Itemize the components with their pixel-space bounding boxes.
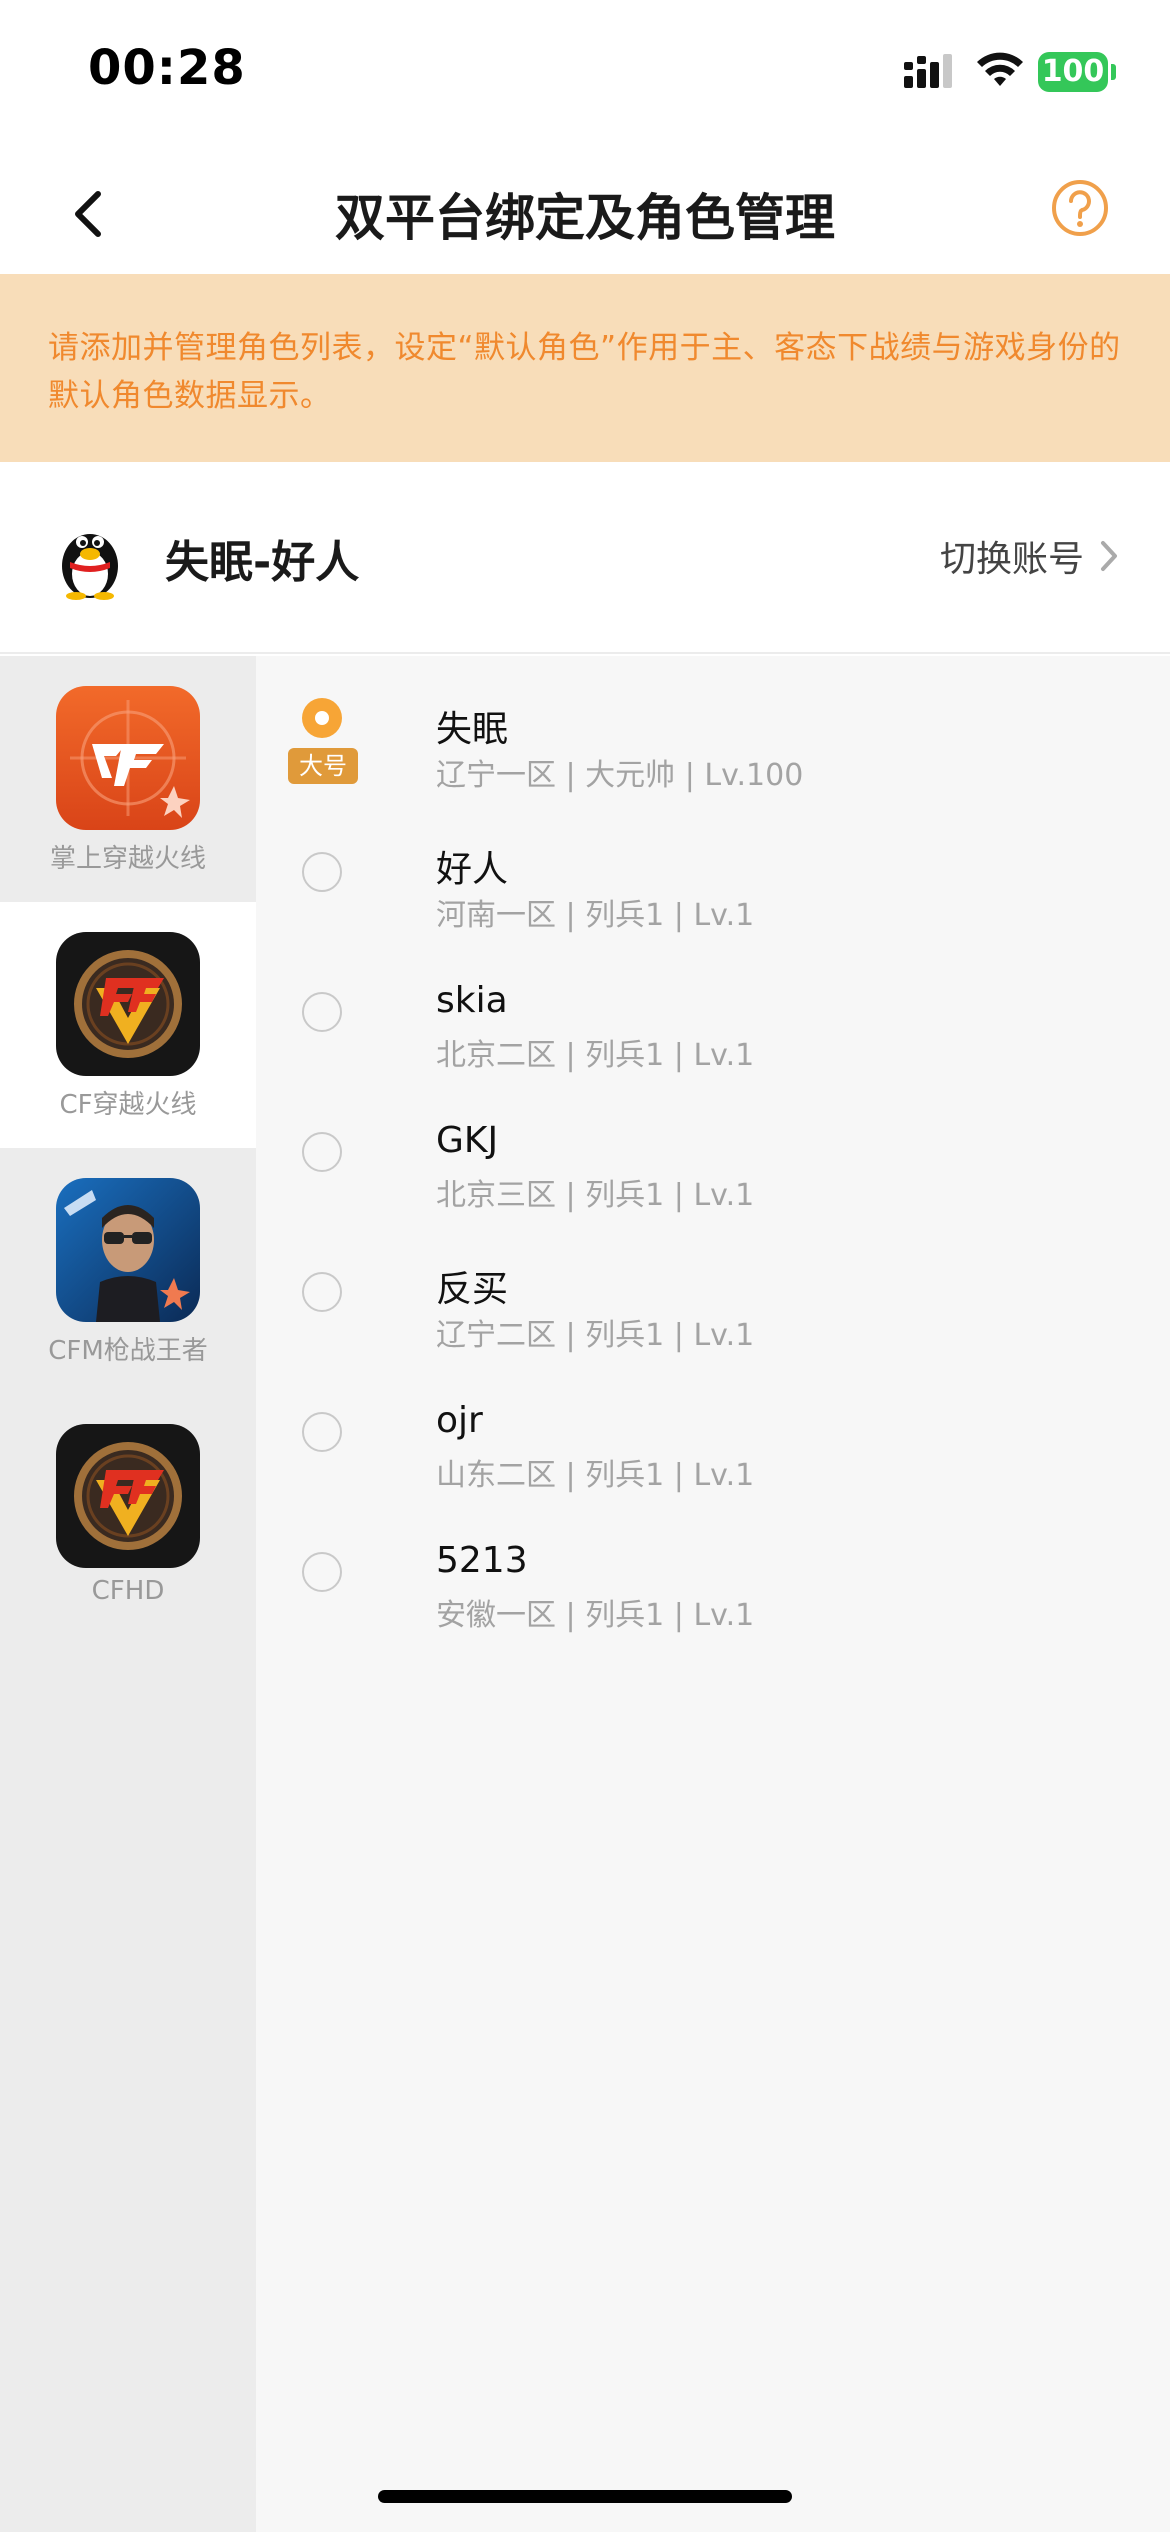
game-item-cf[interactable]: CF穿越火线 [0,902,256,1148]
question-circle-icon [1052,180,1108,236]
role-name: 反买 [436,1269,509,1310]
role-name: 好人 [436,849,509,890]
role-name: 失眠 [436,709,509,750]
game-item-cf-helper[interactable]: 掌上穿越火线 [0,656,256,902]
wifi-icon [977,52,1023,86]
cf-logo-icon [56,1424,200,1568]
radio-unchecked[interactable] [302,992,342,1032]
role-item[interactable]: 好人 河南一区 | 列兵1 | Lv.1 [256,796,1170,936]
role-info: 山东二区 | 列兵1 | Lv.1 [436,1458,755,1493]
main-area: 掌上穿越火线 CF穿越火线 CFM枪战王者 CFHD 大号 失眠 辽宁一区 | … [0,656,1170,2532]
game-label: CFM枪战王者 [48,1336,208,1366]
radio-unchecked[interactable] [302,1552,342,1592]
role-info: 辽宁一区 | 大元帅 | Lv.100 [436,758,804,793]
radio-unchecked[interactable] [302,1132,342,1172]
game-item-cfm[interactable]: CFM枪战王者 [0,1148,256,1394]
qq-penguin-icon [62,534,118,600]
role-info: 北京三区 | 列兵1 | Lv.1 [436,1178,755,1213]
cf-logo-icon [56,932,200,1076]
role-item[interactable]: 5213 安徽一区 | 列兵1 | Lv.1 [256,1496,1170,1636]
game-sidebar: 掌上穿越火线 CF穿越火线 CFM枪战王者 CFHD [0,656,256,2532]
role-list: 大号 失眠 辽宁一区 | 大元帅 | Lv.100 好人 河南一区 | 列兵1 … [256,656,1170,2532]
chevron-right-icon [1101,541,1117,571]
radio-unchecked[interactable] [302,1412,342,1452]
role-name: skia [436,980,508,1021]
main-account-badge: 大号 [288,748,358,784]
game-label: CF穿越火线 [59,1090,197,1120]
account-row: 失眠-好人 切换账号 [0,462,1170,654]
help-button[interactable] [1048,176,1112,240]
nav-bar: 双平台绑定及角色管理 [0,150,1170,274]
role-info: 北京二区 | 列兵1 | Lv.1 [436,1038,755,1073]
battery-cap [1111,64,1116,80]
cf-mobile-helper-icon [56,686,200,830]
notice-banner: 请添加并管理角色列表，设定“默认角色”作用于主、客态下战绩与游戏身份的默认角色数… [0,274,1170,462]
role-item[interactable]: ojr 山东二区 | 列兵1 | Lv.1 [256,1356,1170,1496]
switch-account-label: 切换账号 [939,539,1084,580]
role-item[interactable]: GKJ 北京三区 | 列兵1 | Lv.1 [256,1076,1170,1216]
role-item[interactable]: 大号 失眠 辽宁一区 | 大元帅 | Lv.100 [256,656,1170,796]
role-info: 河南一区 | 列兵1 | Lv.1 [436,898,755,933]
switch-account-button[interactable]: 切换账号 [940,530,1120,582]
role-item[interactable]: 反买 辽宁二区 | 列兵1 | Lv.1 [256,1216,1170,1356]
radio-checked[interactable] [302,698,342,738]
home-indicator[interactable] [378,2490,792,2503]
role-info: 辽宁二区 | 列兵1 | Lv.1 [436,1318,755,1353]
game-item-cfhd[interactable]: CFHD [0,1394,256,1640]
battery-icon: 100 [1038,52,1108,92]
cellular-signal-icon [904,54,952,88]
role-name: GKJ [436,1120,499,1161]
role-item[interactable]: skia 北京二区 | 列兵1 | Lv.1 [256,936,1170,1076]
game-label: 掌上穿越火线 [49,844,206,874]
radio-unchecked[interactable] [302,852,342,892]
role-info: 安徽一区 | 列兵1 | Lv.1 [436,1598,755,1633]
cfm-soldier-icon [56,1178,200,1322]
page-title: 双平台绑定及角色管理 [335,189,835,247]
status-time: 00:28 [88,40,246,96]
role-name: 5213 [436,1540,528,1581]
account-name: 失眠-好人 [165,537,360,588]
game-label: CFHD [91,1576,165,1606]
notice-text: 请添加并管理角色列表，设定“默认角色”作用于主、客态下战绩与游戏身份的默认角色数… [48,330,1121,414]
role-name: ojr [436,1400,483,1441]
status-bar: 00:28 100 [0,0,1170,150]
radio-unchecked[interactable] [302,1272,342,1312]
